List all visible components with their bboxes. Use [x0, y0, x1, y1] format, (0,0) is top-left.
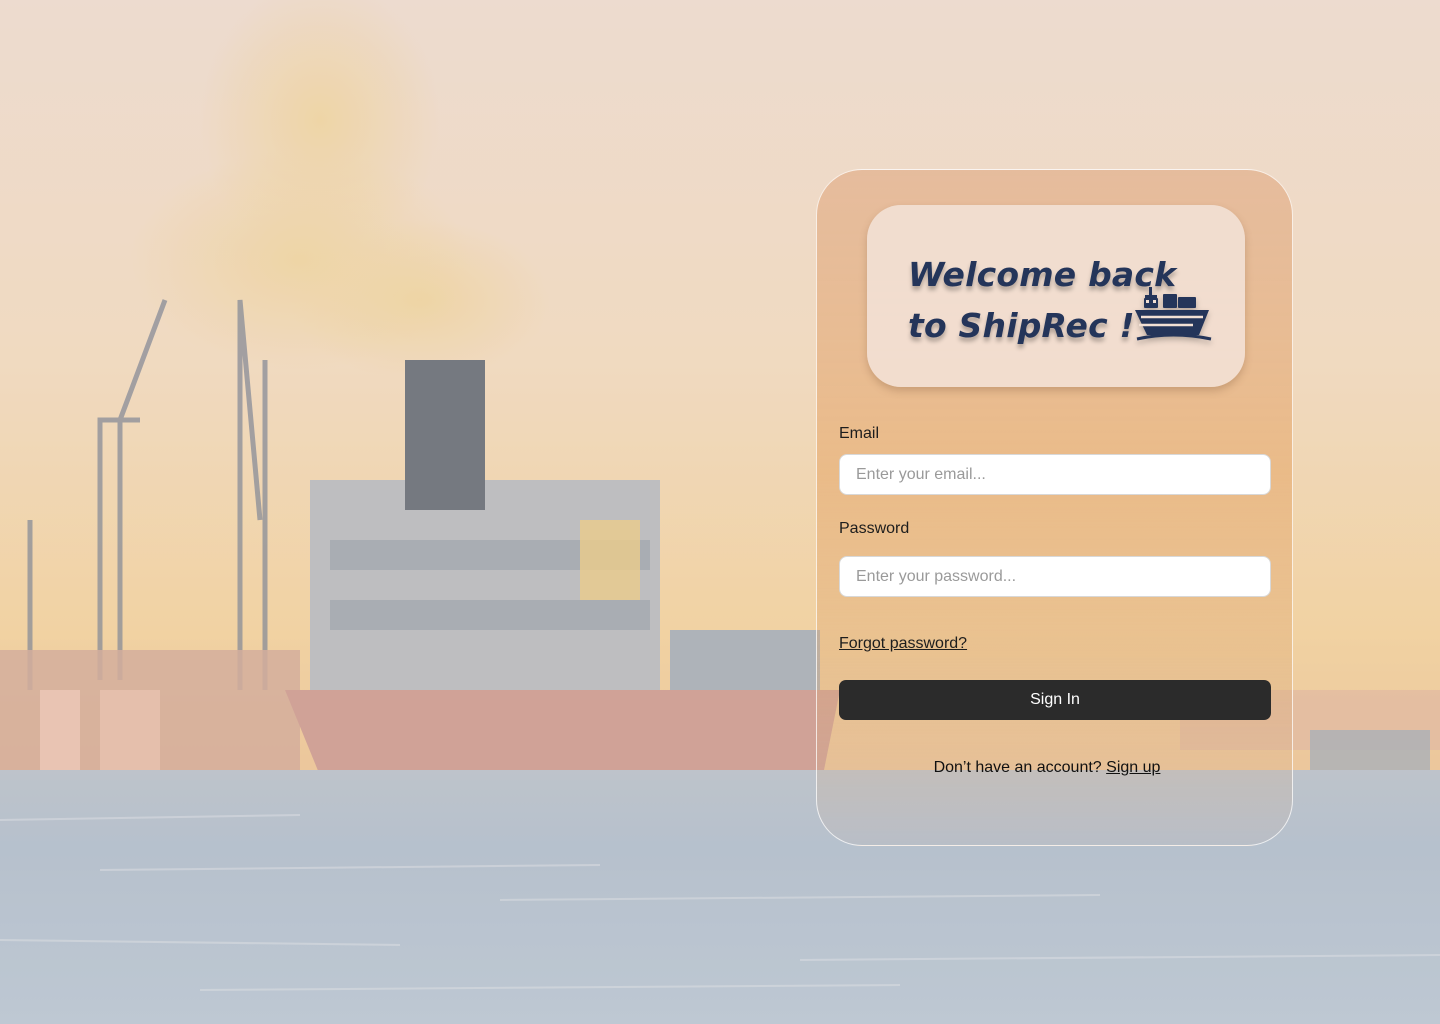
welcome-banner: Welcome back to ShipRec !: [867, 205, 1245, 387]
password-label: Password: [839, 520, 910, 537]
email-label: Email: [839, 425, 880, 442]
email-input[interactable]: [839, 454, 1271, 495]
cargo-ship-icon: [1135, 287, 1212, 341]
password-input[interactable]: [839, 556, 1271, 597]
signup-prompt-text: Don’t have an account?: [933, 759, 1107, 776]
sign-in-button[interactable]: Sign In: [839, 680, 1271, 720]
signup-prompt-row: Don’t have an account? Sign up: [817, 759, 1277, 777]
forgot-password-link[interactable]: Forgot password?: [839, 635, 967, 653]
sign-up-link[interactable]: Sign up: [1106, 759, 1160, 776]
login-card: Welcome back to ShipRec ! Email Password: [816, 169, 1293, 846]
